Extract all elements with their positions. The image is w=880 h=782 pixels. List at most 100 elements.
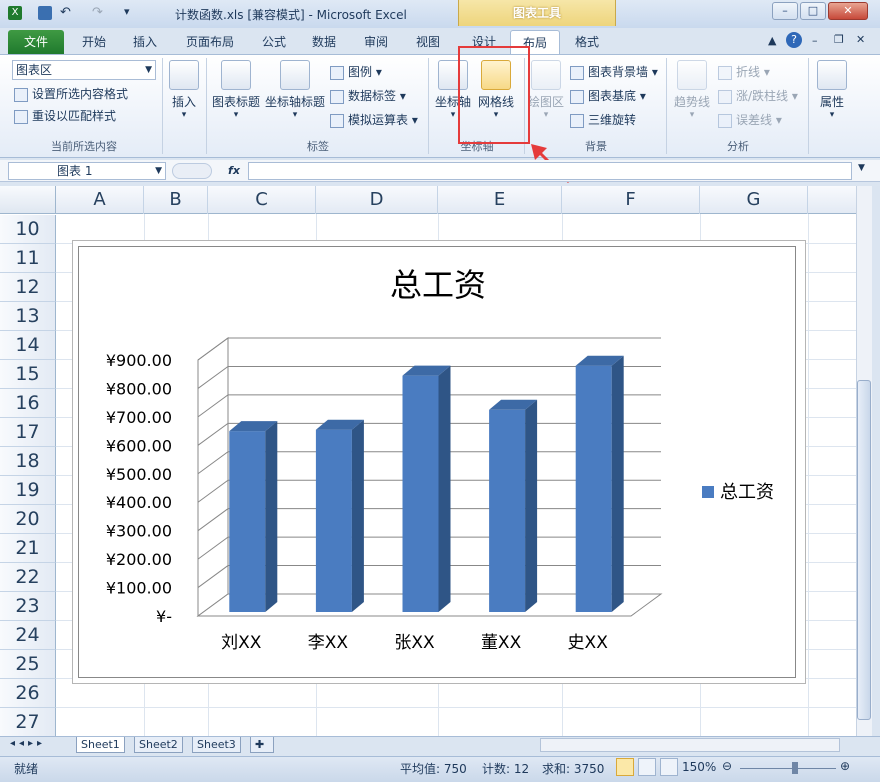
close-button[interactable]: ✕: [828, 2, 868, 20]
redo-icon[interactable]: ↷: [92, 5, 103, 20]
row-header-26[interactable]: 26: [0, 679, 56, 708]
row-header-27[interactable]: 27: [0, 708, 56, 737]
restore-button[interactable]: □: [800, 2, 826, 20]
row-header-14[interactable]: 14: [0, 331, 56, 360]
chart-title-button[interactable]: 图表标题 ▾: [210, 60, 262, 120]
minimize-button[interactable]: –: [772, 2, 798, 20]
bar-side: [351, 419, 364, 612]
plot-area-button[interactable]: 绘图区 ▾: [528, 60, 564, 120]
chart-wall-button[interactable]: 图表背景墙 ▾: [570, 62, 658, 82]
properties-button[interactable]: 属性 ▾: [812, 60, 852, 120]
insert-button[interactable]: 插入 ▾: [166, 60, 202, 120]
row-header-19[interactable]: 19: [0, 476, 56, 505]
group-divider: [808, 58, 809, 154]
properties-icon: [817, 60, 847, 90]
horizontal-scrollbar[interactable]: [540, 738, 840, 752]
y-tick-label: ¥200.00: [106, 550, 172, 569]
format-selection-button[interactable]: 设置所选内容格式: [14, 84, 128, 104]
tab-formulas[interactable]: 公式: [254, 30, 294, 54]
y-tick-label: ¥800.00: [106, 379, 172, 398]
name-box[interactable]: 图表 1 ▼: [8, 162, 166, 180]
lines-label: 折线: [736, 65, 761, 79]
ribbon-minimize-icon[interactable]: ▲: [768, 34, 776, 47]
expand-formula-icon[interactable]: ▼: [858, 163, 865, 173]
doc-restore-icon[interactable]: ❐: [834, 33, 844, 46]
column-header-G[interactable]: G: [700, 186, 808, 214]
tab-insert[interactable]: 插入: [124, 30, 166, 54]
new-sheet-icon[interactable]: ✚: [250, 737, 274, 753]
formula-input[interactable]: [248, 162, 852, 180]
data-table-button[interactable]: 模拟运算表 ▾: [330, 110, 418, 130]
tab-review[interactable]: 审阅: [356, 30, 396, 54]
row-header-13[interactable]: 13: [0, 302, 56, 331]
qat-customize-icon[interactable]: ▾: [124, 5, 130, 18]
excel-app-icon[interactable]: X: [8, 6, 22, 20]
sheet-tab-1[interactable]: Sheet1: [76, 737, 125, 753]
undo-icon[interactable]: ↶: [60, 5, 71, 20]
axis-title-button[interactable]: 坐标轴标题 ▾: [264, 60, 326, 120]
column-header-D[interactable]: D: [316, 186, 438, 214]
sheet-tab-2[interactable]: Sheet2: [134, 737, 183, 753]
row-header-17[interactable]: 17: [0, 418, 56, 447]
normal-view-icon[interactable]: [616, 758, 634, 776]
vertical-scroll-thumb[interactable]: [857, 380, 871, 720]
legend-label: 总工资: [720, 482, 774, 503]
sheet-tab-3[interactable]: Sheet3: [192, 737, 241, 753]
reset-style-button[interactable]: 重设以匹配样式: [14, 106, 116, 126]
column-header-B[interactable]: B: [144, 186, 208, 214]
format-icon: [14, 87, 28, 102]
row-header-11[interactable]: 11: [0, 244, 56, 273]
row-header-16[interactable]: 16: [0, 389, 56, 418]
data-labels-button[interactable]: 数据标签 ▾: [330, 86, 406, 106]
tab-format[interactable]: 格式: [566, 30, 608, 54]
row-header-18[interactable]: 18: [0, 447, 56, 476]
bar-front: [489, 409, 526, 612]
formula-bar-splitter[interactable]: [172, 163, 212, 179]
column-header-E[interactable]: E: [438, 186, 562, 214]
window-title: 计数函数.xls [兼容模式] - Microsoft Excel: [175, 8, 407, 22]
error-bars-label: 误差线: [736, 113, 773, 127]
zoom-in-icon[interactable]: ⊕: [840, 759, 850, 773]
row-header-15[interactable]: 15: [0, 360, 56, 389]
tab-page-layout[interactable]: 页面布局: [178, 30, 242, 54]
column-header-F[interactable]: F: [562, 186, 700, 214]
row-header-12[interactable]: 12: [0, 273, 56, 302]
insert-label: 插入: [171, 95, 196, 109]
chart-element-dropdown[interactable]: 图表区 ▼: [12, 60, 156, 80]
zoom-level[interactable]: 150%: [682, 760, 716, 774]
trendline-button[interactable]: 趋势线 ▾: [670, 60, 714, 120]
column-header-C[interactable]: C: [208, 186, 316, 214]
help-icon[interactable]: ?: [786, 32, 802, 48]
tab-home[interactable]: 开始: [74, 30, 114, 54]
row-header-24[interactable]: 24: [0, 621, 56, 650]
tab-data[interactable]: 数据: [304, 30, 344, 54]
sheet-nav-arrows-icon[interactable]: ◂◂▸▸: [10, 738, 46, 749]
lines-button[interactable]: 折线 ▾: [718, 62, 770, 82]
tab-view[interactable]: 视图: [408, 30, 448, 54]
zoom-slider-thumb[interactable]: [792, 762, 798, 774]
row-header-20[interactable]: 20: [0, 505, 56, 534]
row-header-22[interactable]: 22: [0, 563, 56, 592]
zoom-out-icon[interactable]: ⊖: [722, 759, 732, 773]
chart-svg[interactable]: 总工资 ¥- ¥100.00 ¥200.00 ¥300.00 ¥400.00 ¥500.00…: [78, 246, 796, 678]
column-header-A[interactable]: A: [56, 186, 144, 214]
legend-button[interactable]: 图例 ▾: [330, 62, 382, 82]
rotation-3d-button[interactable]: 三维旋转: [570, 110, 636, 130]
error-bars-button[interactable]: 误差线 ▾: [718, 110, 782, 130]
row-header-21[interactable]: 21: [0, 534, 56, 563]
doc-minimize-icon[interactable]: –: [812, 34, 818, 47]
select-all-corner[interactable]: [0, 186, 56, 214]
page-break-view-icon[interactable]: [660, 758, 678, 776]
row-header-23[interactable]: 23: [0, 592, 56, 621]
tab-file[interactable]: 文件: [8, 30, 64, 54]
row-header-10[interactable]: 10: [0, 215, 56, 244]
page-layout-view-icon[interactable]: [638, 758, 656, 776]
doc-close-icon[interactable]: ✕: [856, 33, 865, 46]
insert-function-button[interactable]: fx: [222, 162, 246, 180]
row-header-25[interactable]: 25: [0, 650, 56, 679]
zoom-slider[interactable]: [740, 768, 836, 769]
updown-bars-button[interactable]: 涨/跌柱线 ▾: [718, 86, 798, 106]
y-tick-label: ¥300.00: [106, 522, 172, 541]
chart-floor-button[interactable]: 图表基底 ▾: [570, 86, 646, 106]
save-icon[interactable]: [38, 6, 52, 20]
